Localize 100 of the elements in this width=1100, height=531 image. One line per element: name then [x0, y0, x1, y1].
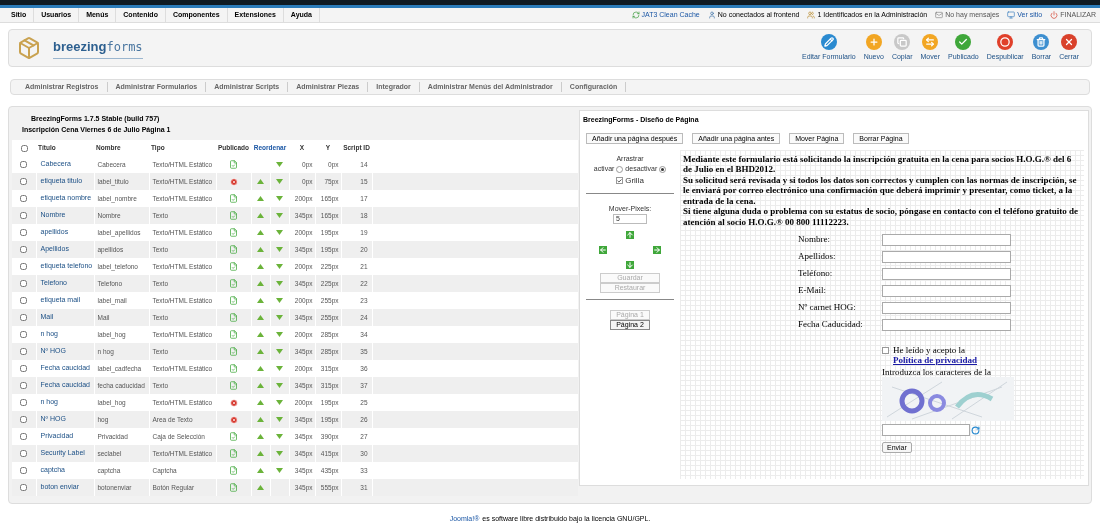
- row-checkbox[interactable]: [20, 212, 28, 220]
- down-arrow-icon[interactable]: [276, 179, 283, 185]
- row-checkbox[interactable]: [20, 263, 28, 271]
- row-checkbox[interactable]: [20, 484, 28, 492]
- monitor-icon: [1007, 11, 1016, 19]
- privacy-link[interactable]: Política de privacidad: [893, 355, 977, 365]
- published-icon[interactable]: [229, 347, 238, 357]
- logo: breezingforms: [53, 37, 143, 59]
- published-icon[interactable]: [229, 296, 238, 306]
- row-checkbox[interactable]: [20, 178, 28, 186]
- text-field[interactable]: [882, 319, 1011, 331]
- published-icon[interactable]: [229, 262, 238, 272]
- radio-button[interactable]: [659, 165, 667, 173]
- up-arrow-icon[interactable]: [257, 349, 264, 355]
- down-arrow-icon[interactable]: [276, 332, 283, 338]
- left-arrow-icon[interactable]: [599, 246, 607, 254]
- up-arrow-icon[interactable]: [257, 366, 264, 372]
- unpublished-icon[interactable]: [229, 398, 238, 407]
- up-arrow-icon[interactable]: [257, 281, 264, 287]
- row-checkbox[interactable]: [20, 416, 28, 424]
- down-arrow-icon[interactable]: [276, 434, 283, 440]
- up-arrow-icon[interactable]: [257, 417, 264, 423]
- up-arrow-icon[interactable]: [257, 400, 264, 406]
- down-arrow-icon[interactable]: [276, 281, 283, 287]
- text-field[interactable]: [882, 285, 1011, 297]
- row-checkbox[interactable]: [20, 467, 28, 475]
- row-checkbox[interactable]: [20, 399, 28, 407]
- right-arrow-icon[interactable]: [653, 246, 661, 254]
- published-icon[interactable]: [229, 245, 238, 255]
- row-checkbox[interactable]: [20, 314, 28, 322]
- down-arrow-icon[interactable]: [276, 162, 283, 168]
- row-checkbox[interactable]: [20, 297, 28, 305]
- privacy-checkbox[interactable]: [882, 347, 889, 354]
- down-arrow-icon[interactable]: [276, 383, 283, 389]
- up-arrow-icon[interactable]: [257, 468, 264, 474]
- row-checkbox[interactable]: [20, 365, 28, 373]
- refresh-icon[interactable]: [971, 425, 980, 435]
- published-icon[interactable]: [229, 432, 238, 442]
- up-arrow-icon[interactable]: [257, 315, 264, 321]
- grid-checkbox[interactable]: [616, 177, 624, 184]
- up-arrow-icon[interactable]: [257, 264, 264, 270]
- up-arrow-icon[interactable]: [626, 231, 634, 239]
- down-arrow-icon[interactable]: [276, 213, 283, 219]
- published-icon[interactable]: [229, 364, 238, 374]
- up-arrow-icon[interactable]: [257, 230, 264, 236]
- text-field[interactable]: [882, 234, 1011, 246]
- down-arrow-icon[interactable]: [276, 196, 283, 202]
- up-arrow-icon[interactable]: [257, 298, 264, 304]
- row-checkbox[interactable]: [20, 433, 28, 441]
- up-arrow-icon[interactable]: [257, 383, 264, 389]
- down-arrow-icon[interactable]: [626, 261, 634, 269]
- text-field[interactable]: [882, 251, 1011, 263]
- published-icon[interactable]: [229, 211, 238, 221]
- up-arrow-icon[interactable]: [257, 247, 264, 253]
- unpublished-icon[interactable]: [229, 415, 238, 424]
- row-checkbox[interactable]: [20, 450, 28, 458]
- up-arrow-icon[interactable]: [257, 434, 264, 440]
- up-arrow-icon[interactable]: [257, 179, 264, 185]
- intro-paragraph: Si tiene alguna duda o problema con su estatus de socio, póngase en contacto con el teléfono gratuito de atención al socio H.O.G.® 00 800 11112223.: [683, 206, 1080, 227]
- up-arrow-icon[interactable]: [257, 451, 264, 457]
- published-icon[interactable]: [229, 381, 238, 391]
- row-checkbox[interactable]: [20, 229, 28, 237]
- down-arrow-icon[interactable]: [276, 468, 283, 474]
- up-arrow-icon[interactable]: [257, 213, 264, 219]
- published-icon[interactable]: [229, 194, 238, 204]
- down-arrow-icon[interactable]: [276, 400, 283, 406]
- published-icon[interactable]: [229, 466, 238, 476]
- radio-button[interactable]: [616, 165, 624, 173]
- published-icon[interactable]: [229, 279, 238, 289]
- published-icon[interactable]: [229, 483, 238, 493]
- up-arrow-icon[interactable]: [257, 485, 264, 491]
- row-checkbox[interactable]: [20, 161, 28, 169]
- text-field[interactable]: [882, 268, 1011, 280]
- select-all-checkbox[interactable]: [20, 144, 28, 152]
- down-arrow-icon[interactable]: [276, 298, 283, 304]
- up-arrow-icon[interactable]: [257, 196, 264, 202]
- down-arrow-icon[interactable]: [276, 315, 283, 321]
- published-icon[interactable]: [229, 228, 238, 238]
- text-field[interactable]: [882, 302, 1011, 314]
- down-arrow-icon[interactable]: [276, 247, 283, 253]
- down-arrow-icon[interactable]: [276, 451, 283, 457]
- row-checkbox[interactable]: [20, 348, 28, 356]
- row-checkbox[interactable]: [20, 195, 28, 203]
- unpublished-icon[interactable]: [229, 177, 238, 186]
- row-checkbox[interactable]: [20, 382, 28, 390]
- published-icon[interactable]: [229, 449, 238, 459]
- down-arrow-icon[interactable]: [276, 366, 283, 372]
- up-arrow-icon[interactable]: [257, 332, 264, 338]
- user-icon: [707, 11, 716, 19]
- captcha-field[interactable]: [882, 424, 970, 436]
- down-arrow-icon[interactable]: [276, 349, 283, 355]
- published-icon[interactable]: [229, 160, 238, 170]
- row-checkbox[interactable]: [20, 331, 28, 339]
- down-arrow-icon[interactable]: [276, 230, 283, 236]
- row-checkbox[interactable]: [20, 280, 28, 288]
- row-checkbox[interactable]: [20, 246, 28, 254]
- down-arrow-icon[interactable]: [276, 417, 283, 423]
- down-arrow-icon[interactable]: [276, 264, 283, 270]
- published-icon[interactable]: [229, 313, 238, 323]
- published-icon[interactable]: [229, 330, 238, 340]
